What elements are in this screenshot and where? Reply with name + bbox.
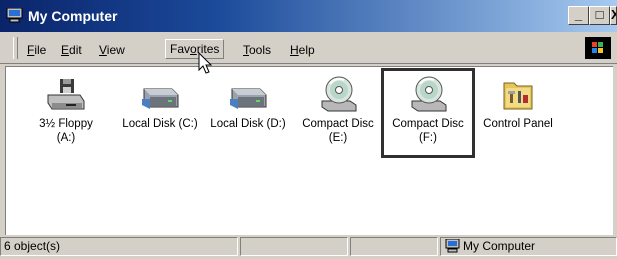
menu-favorites-label-start: Fav — [170, 42, 191, 56]
item-label-line2: (E:) — [328, 132, 348, 144]
cd-drive-icon — [411, 76, 447, 112]
control-panel-folder[interactable]: Control Panel — [476, 75, 560, 131]
hard-disk-icon — [230, 88, 267, 109]
status-location-label: My Computer — [463, 239, 536, 253]
item-label-line2: (F:) — [419, 132, 437, 144]
menu-edit[interactable]: Edit — [58, 41, 85, 59]
title-bar[interactable]: My Computer _ □ X — [0, 0, 617, 32]
status-bar: 6 object(s) My Computer — [0, 236, 617, 259]
menu-edit-mnemonic: E — [61, 43, 70, 57]
item-label-line1: Control Panel — [483, 118, 553, 130]
my-computer-window: My Computer _ □ X File Edit View Favorit… — [0, 0, 617, 259]
menu-bar: File Edit View Favorites Tools Help — [0, 32, 617, 64]
cd-drive-icon — [321, 76, 357, 112]
menu-view[interactable]: View — [96, 41, 128, 59]
item-label-line2: (A:) — [56, 132, 76, 144]
drive-compact-disc-f[interactable]: Compact Disc (F:) — [381, 68, 475, 158]
drive-local-c[interactable]: Local Disk (C:) — [118, 75, 202, 131]
control-panel-icon — [503, 82, 533, 110]
window-title: My Computer — [28, 8, 118, 24]
menu-file[interactable]: File — [24, 41, 49, 59]
minimize-button[interactable]: _ — [568, 6, 589, 25]
menu-help[interactable]: Help — [287, 41, 318, 59]
maximize-button[interactable]: □ — [589, 6, 610, 25]
item-label-line1: Compact Disc — [392, 118, 464, 130]
item-label-line1: Local Disk (C:) — [122, 118, 198, 130]
toolbar-grip[interactable] — [13, 37, 18, 59]
item-label-line1: Local Disk (D:) — [210, 118, 286, 130]
icon-view-pane[interactable]: 3½ Floppy (A:) Local Disk (C:) Local Dis… — [5, 66, 613, 235]
floppy-drive-icon — [47, 79, 85, 110]
computer-icon — [6, 8, 23, 23]
menu-tools-label: ools — [249, 43, 272, 57]
status-object-count: 6 object(s) — [0, 237, 238, 256]
close-button[interactable]: X — [610, 6, 617, 25]
menu-tools[interactable]: Tools — [240, 41, 274, 59]
status-panel-empty — [240, 237, 348, 256]
status-location: My Computer — [440, 237, 617, 256]
menu-favorites-mnemonic: o — [190, 42, 197, 56]
menu-file-label: ile — [34, 43, 47, 57]
menu-view-mnemonic: V — [99, 43, 107, 57]
drive-floppy-a[interactable]: 3½ Floppy (A:) — [24, 75, 108, 145]
drive-local-d[interactable]: Local Disk (D:) — [206, 75, 290, 131]
hard-disk-icon — [142, 88, 179, 109]
menu-help-label: elp — [298, 43, 315, 57]
status-panel-empty-2 — [350, 237, 438, 256]
mouse-cursor-icon — [198, 52, 213, 74]
menu-view-label: iew — [106, 43, 125, 57]
computer-icon — [445, 239, 460, 253]
menu-help-mnemonic: H — [290, 43, 299, 57]
menu-favorites[interactable]: Favorites — [165, 39, 225, 59]
item-label-line1: 3½ Floppy — [39, 118, 93, 130]
drive-compact-disc-e[interactable]: Compact Disc (E:) — [296, 75, 380, 145]
item-label-line1: Compact Disc — [302, 118, 374, 130]
menu-edit-label: dit — [69, 43, 82, 57]
windows-logo-icon — [585, 37, 611, 59]
